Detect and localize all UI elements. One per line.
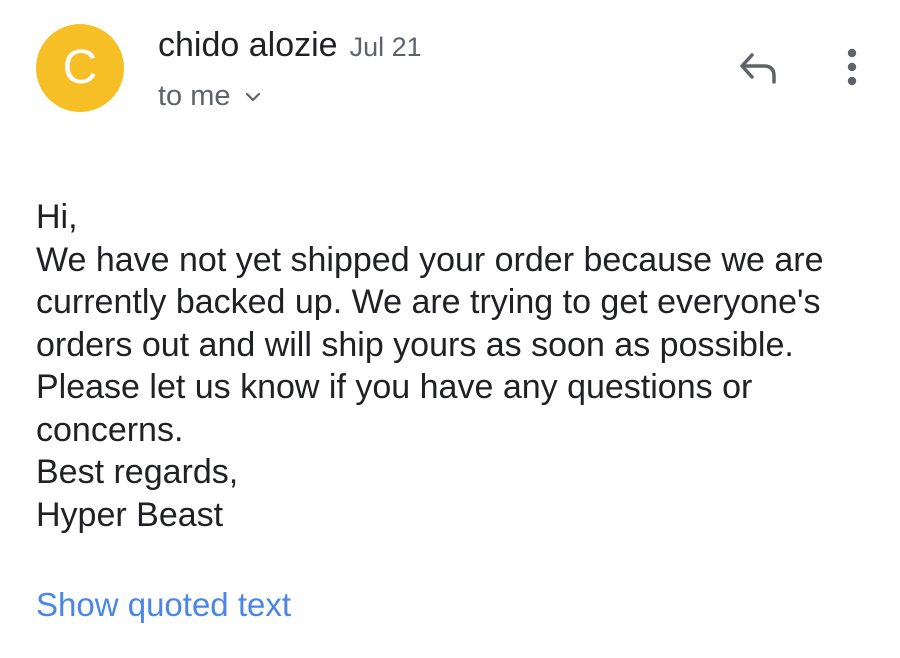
chevron-down-icon — [245, 92, 260, 101]
recipient-details-toggle[interactable]: to me — [158, 80, 263, 113]
sender-name[interactable]: chido alozie — [158, 26, 338, 65]
message-greeting: Hi, — [36, 198, 78, 236]
more-vert-icon — [847, 48, 857, 86]
more-options-button[interactable] — [834, 46, 870, 90]
message-paragraph: Please let us know if you have any quest… — [36, 368, 753, 449]
reply-icon — [740, 53, 776, 84]
message-signature: Hyper Beast — [36, 495, 224, 534]
avatar-letter: C — [62, 41, 98, 94]
message-body: Hi, We have not yet shipped your order b… — [36, 196, 882, 536]
message-paragraph: We have not yet shipped your order becau… — [36, 240, 824, 364]
message-closing: Best regards, — [36, 453, 239, 491]
sender-avatar[interactable]: C — [36, 24, 124, 112]
message-header: C chido alozie Jul 21 to me — [0, 0, 900, 140]
show-quoted-text-link[interactable]: Show quoted text — [36, 586, 291, 624]
reply-button[interactable] — [736, 47, 782, 89]
sender-line: chido alozie Jul 21 — [158, 26, 422, 65]
message-date: Jul 21 — [349, 32, 422, 62]
recipient-label: to me — [158, 80, 231, 112]
